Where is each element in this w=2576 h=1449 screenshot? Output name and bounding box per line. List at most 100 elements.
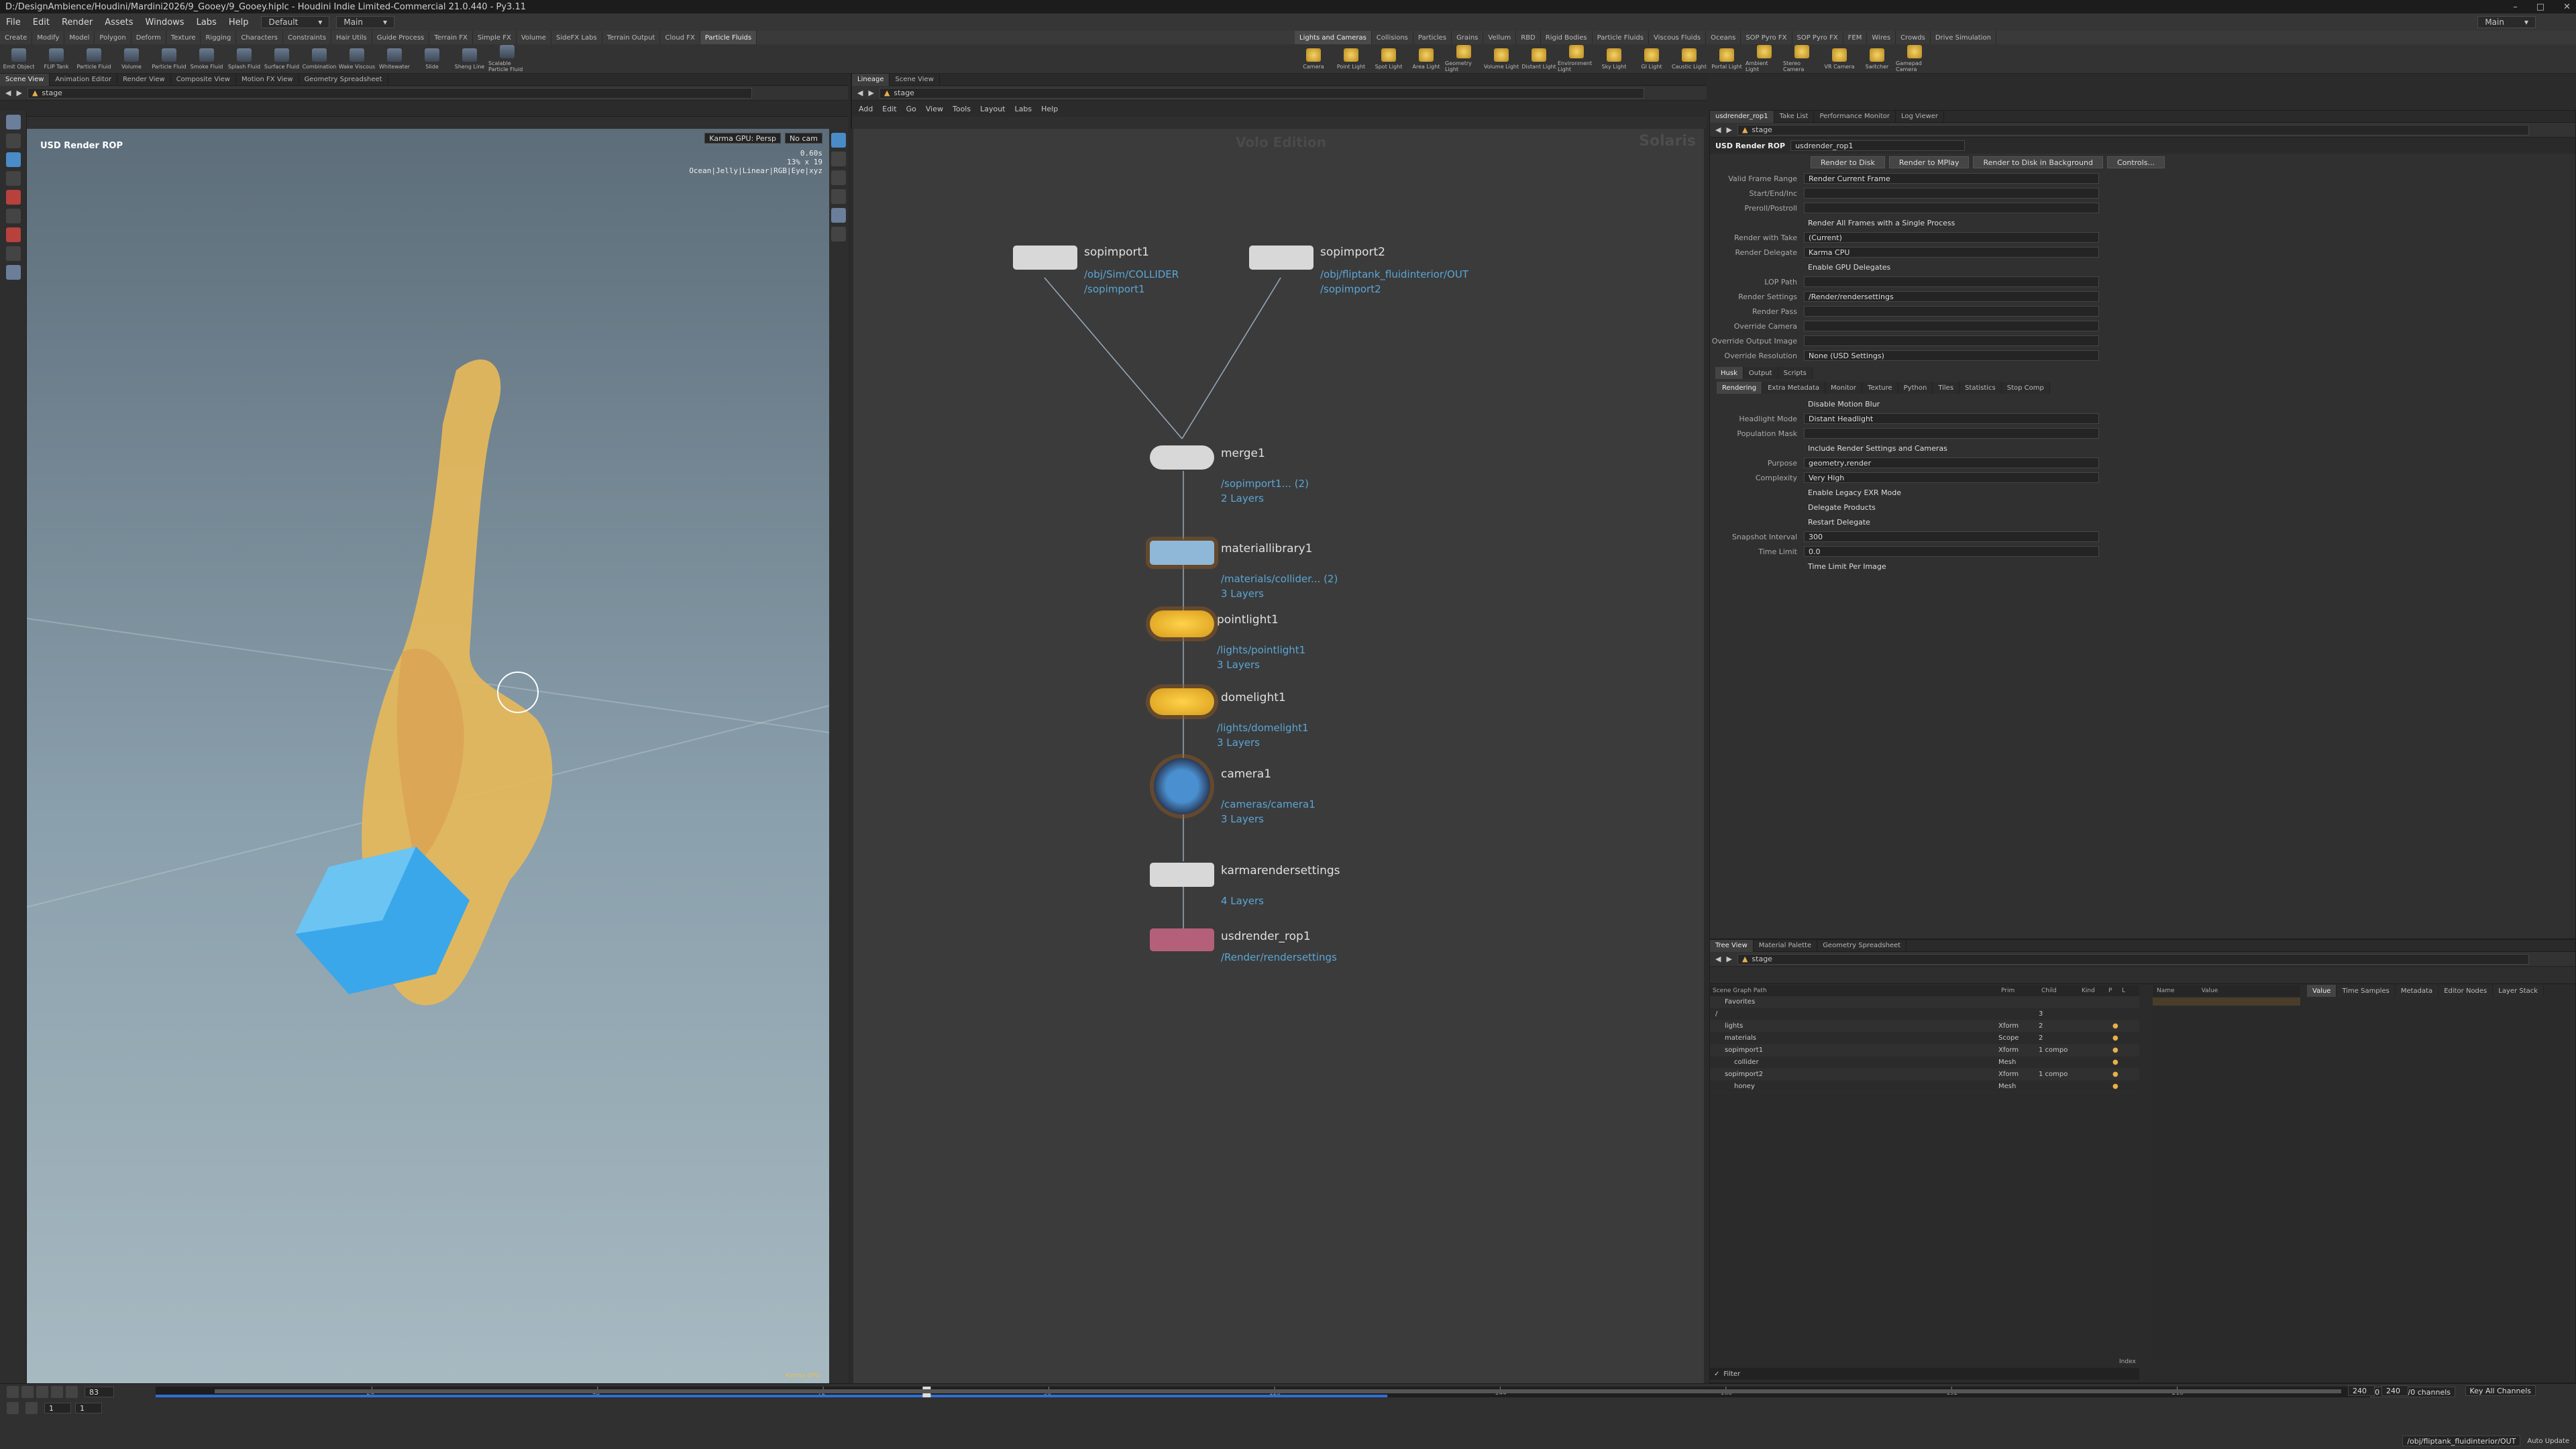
tool-gi-light[interactable]: GI Light [1633, 44, 1670, 74]
back-arrow-icon[interactable]: ◀ [857, 89, 863, 97]
tool-volume-light[interactable]: Volume Light [1483, 44, 1520, 74]
shelf-tab-characters[interactable]: Characters [236, 31, 283, 44]
shelf-tab-oceans[interactable]: Oceans [1706, 31, 1741, 44]
select-tool-icon[interactable] [5, 115, 21, 129]
pose-tool-icon[interactable] [5, 246, 21, 261]
detail-tab-value[interactable]: Value [2307, 985, 2337, 997]
param-value-field[interactable]: /Render/rendersettings [1804, 291, 2099, 302]
param-value-field[interactable]: 0.0 [1804, 546, 2099, 557]
visibility-icon[interactable]: ● [2112, 1071, 2118, 1078]
viewport-path-field[interactable]: ▲ stage [27, 87, 752, 99]
tool-portal-light[interactable]: Portal Light [1708, 44, 1746, 74]
shelf-tab-vellum[interactable]: Vellum [1483, 31, 1517, 44]
right-context-dropdown[interactable]: Main ▾ [2477, 16, 2536, 28]
tab-log-viewer[interactable]: Log Viewer [1896, 110, 1945, 123]
menu-item-file[interactable]: File [0, 17, 27, 28]
param-value-field[interactable] [1804, 276, 2099, 287]
close-icon[interactable]: ✕ [2563, 2, 2571, 12]
shelf-tab-rigging[interactable]: Rigging [201, 31, 237, 44]
tab-usdrender-rop1[interactable]: usdrender_rop1 [1710, 110, 1774, 123]
tool-wake-viscous[interactable]: Wake Viscous [338, 44, 376, 74]
shelf-tab-model[interactable]: Model [64, 31, 95, 44]
column-header-scene-graph-path[interactable]: Scene Graph Path [1710, 987, 1998, 994]
visibility-icon[interactable]: ● [2112, 1034, 2118, 1042]
shading-icon[interactable] [831, 170, 846, 185]
detail-tab-time-samples[interactable]: Time Samples [2337, 985, 2396, 997]
scene-graph-path-field[interactable]: ▲ stage [1737, 953, 2529, 965]
shelf-tab-fem[interactable]: FEM [1843, 31, 1868, 44]
param-value-field[interactable] [1804, 321, 2099, 331]
tool-emit-object[interactable]: Emit Object [0, 44, 38, 74]
network-path-field[interactable]: ▲ stage [879, 87, 1644, 99]
forward-arrow-icon[interactable]: ▶ [1726, 125, 1731, 134]
shelf-tab-sidefx-labs[interactable]: SideFX Labs [551, 31, 602, 44]
range-slider[interactable] [215, 1389, 2341, 1393]
column-header-l[interactable]: L [2119, 987, 2133, 994]
detail-tab-layer-stack[interactable]: Layer Stack [2493, 985, 2544, 997]
tool-geometry-light[interactable]: Geometry Light [1445, 44, 1483, 74]
filter-bar[interactable]: ✓ Filter [1710, 1368, 2139, 1380]
back-arrow-icon[interactable]: ◀ [5, 89, 11, 97]
scene-graph-row[interactable]: lights Xform 2 ● [1710, 1020, 2139, 1032]
tool-vr-camera[interactable]: VR Camera [1821, 44, 1858, 74]
param-value-field[interactable]: Enable Legacy EXR Mode [1804, 487, 2045, 498]
network-menu-labs[interactable]: Labs [1015, 105, 1032, 113]
shelf-tab-particle-fluids[interactable]: Particle Fluids [1593, 31, 1649, 44]
shelf-tab-constraints[interactable]: Constraints [283, 31, 332, 44]
end-frame-field[interactable]: 240 [2348, 1385, 2375, 1396]
shelf-tab-grains[interactable]: Grains [1452, 31, 1484, 44]
forward-arrow-icon[interactable]: ▶ [1726, 955, 1731, 963]
param-value-field[interactable]: Include Render Settings and Cameras [1804, 443, 2045, 453]
tool-point-light[interactable]: Point Light [1332, 44, 1370, 74]
tool-combination[interactable]: Combination [301, 44, 338, 74]
auto-update-label[interactable]: Auto Update [2527, 1438, 2569, 1445]
param-value-field[interactable] [1804, 306, 2099, 317]
background-icon[interactable] [831, 208, 846, 223]
tab-material-palette[interactable]: Material Palette [1754, 939, 1818, 952]
menu-item-windows[interactable]: Windows [140, 17, 191, 28]
param-value-field[interactable]: Render All Frames with a Single Process [1804, 217, 2045, 228]
tab-tree-view[interactable]: Tree View [1710, 939, 1754, 952]
current-frame-field[interactable]: 83 [85, 1387, 114, 1397]
param-value-field[interactable]: 300 [1804, 531, 2099, 542]
tool-stereo-camera[interactable]: Stereo Camera [1783, 44, 1821, 74]
first-frame-icon[interactable] [7, 1386, 19, 1398]
scene-graph-row[interactable]: honey Mesh ● [1710, 1081, 2139, 1093]
param-value-field[interactable]: Distant Headlight [1804, 413, 2099, 424]
network-menu-edit[interactable]: Edit [882, 105, 896, 113]
tab-take-list[interactable]: Take List [1774, 110, 1815, 123]
tab-animation-editor[interactable]: Animation Editor [50, 73, 118, 86]
maximize-icon[interactable]: □ [2536, 2, 2544, 12]
shelf-tab-volume[interactable]: Volume [517, 31, 552, 44]
scene-graph-tree[interactable]: Scene Graph Path Prim Child Kind P L Favorite… [1710, 985, 2139, 1361]
tool-scalable-particle-fluid[interactable]: Scalable Particle Fluid [488, 44, 526, 74]
tab-geometry-spreadsheet[interactable]: Geometry Spreadsheet [1817, 939, 1907, 952]
menu-item-render[interactable]: Render [56, 17, 99, 28]
section-tab-scripts[interactable]: Scripts [1778, 367, 1813, 379]
tool-volume[interactable]: Volume [113, 44, 150, 74]
param-value-field[interactable] [1804, 428, 2099, 439]
param-value-field[interactable]: None (USD Settings) [1804, 350, 2099, 361]
render-to-disk-in-background-button[interactable]: Render to Disk in Background [1973, 156, 2103, 168]
end-frame2-field[interactable]: 240 [2381, 1385, 2408, 1396]
display-options-icon[interactable] [831, 133, 846, 148]
start-frame-field[interactable]: 1 [44, 1403, 71, 1413]
shelf-tab-sop-pyro-fx[interactable]: SOP Pyro FX [1741, 31, 1792, 44]
section-tab-husk[interactable]: Husk [1715, 367, 1743, 379]
tool-area-light[interactable]: Area Light [1407, 44, 1445, 74]
shelf-tab-sop-pyro-fx[interactable]: SOP Pyro FX [1792, 31, 1843, 44]
shelf-tab-rigid-bodies[interactable]: Rigid Bodies [1541, 31, 1593, 44]
controls-button[interactable]: Controls... [2106, 156, 2165, 168]
shelf-tab-rbd[interactable]: RBD [1516, 31, 1541, 44]
param-value-field[interactable] [1804, 203, 2099, 213]
shelf-tab-wires[interactable]: Wires [1867, 31, 1896, 44]
shelf-tab-guide-process[interactable]: Guide Process [372, 31, 430, 44]
tool-surface-fluid[interactable]: Surface Fluid [263, 44, 301, 74]
shelf-tab-deform[interactable]: Deform [131, 31, 166, 44]
visibility-icon[interactable]: ● [2112, 1059, 2118, 1066]
minimize-icon[interactable]: – [2513, 2, 2518, 12]
tool-ambient-light[interactable]: Ambient Light [1746, 44, 1783, 74]
scene-graph-row[interactable]: Favorites [1710, 996, 2139, 1008]
tool-slide[interactable]: Slide [413, 44, 451, 74]
transform-tool-icon[interactable] [5, 133, 21, 148]
